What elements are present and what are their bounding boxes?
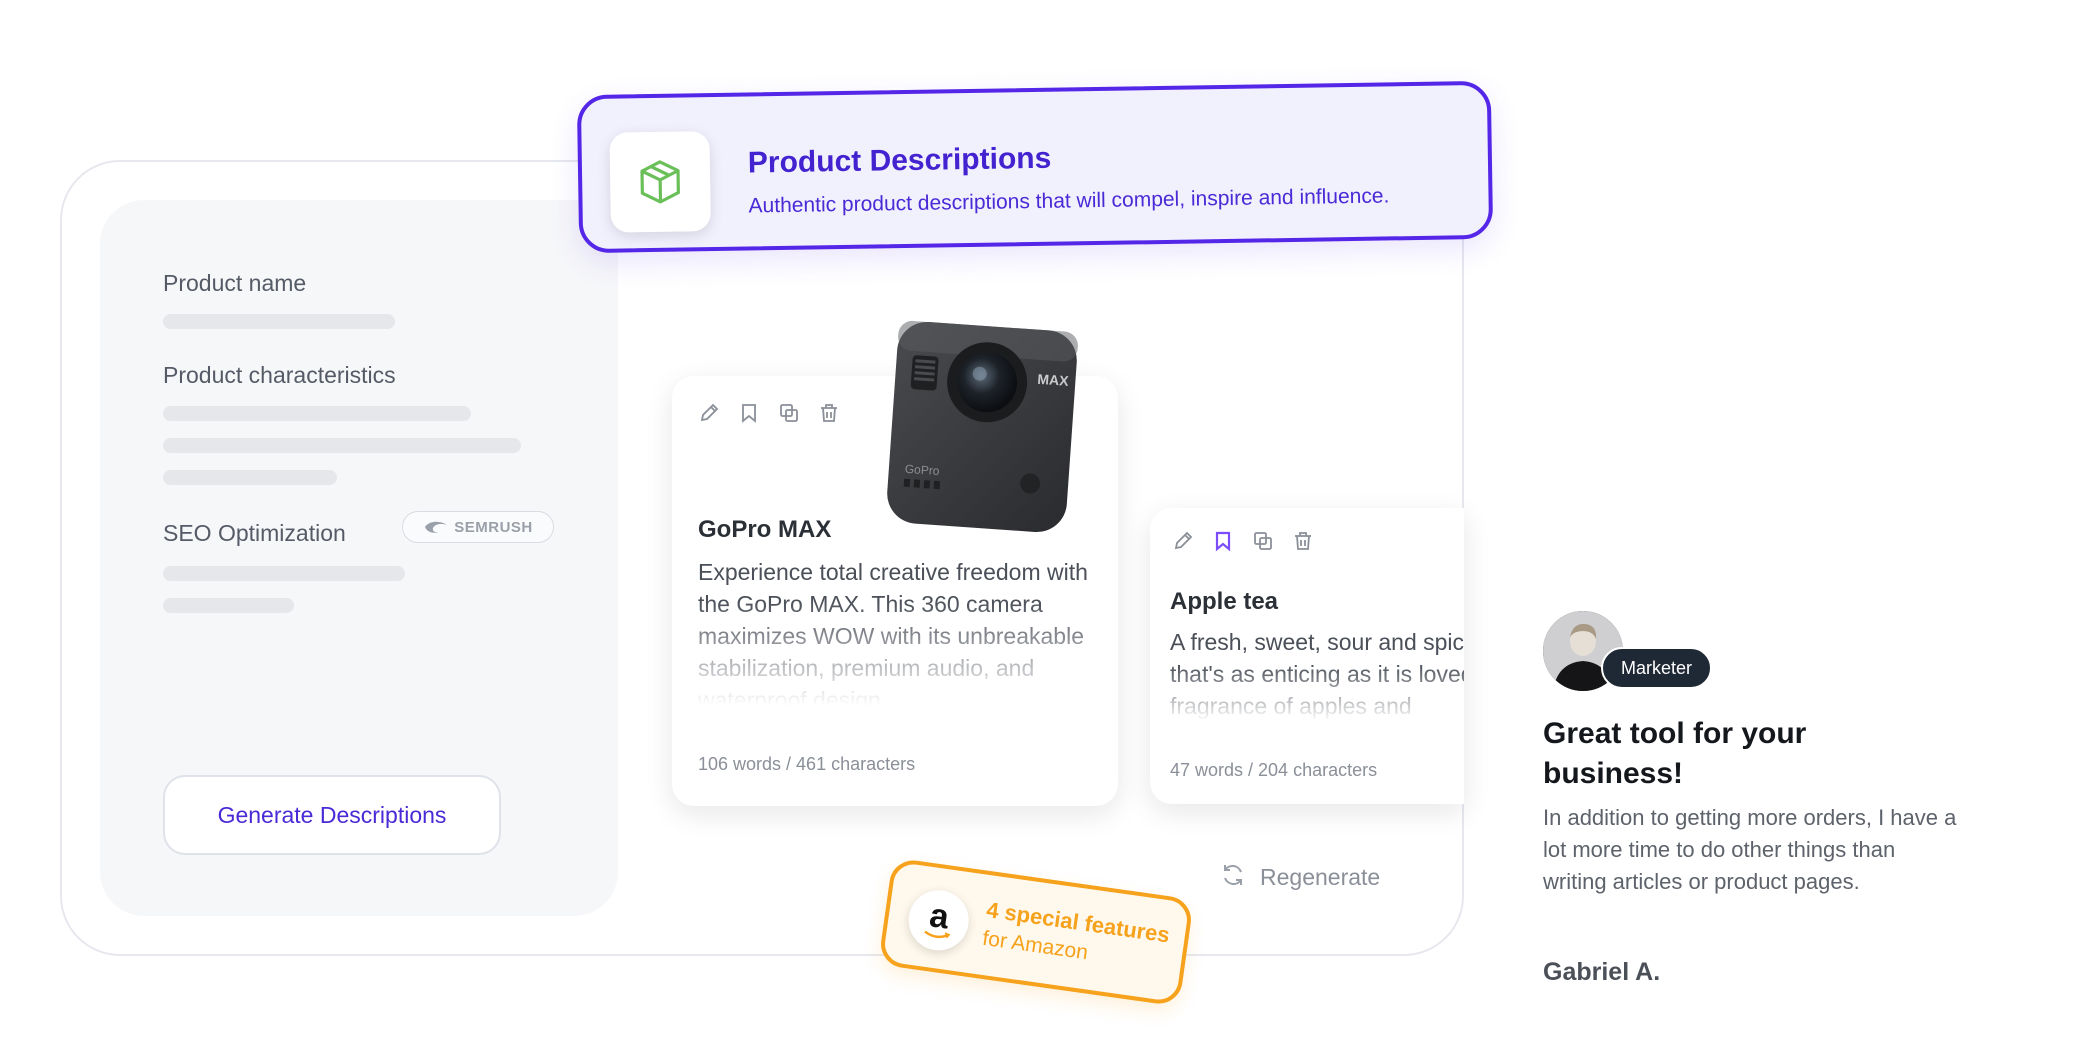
bookmark-icon[interactable]: [738, 402, 760, 424]
generate-descriptions-button[interactable]: Generate Descriptions: [163, 775, 501, 855]
banner-subtitle: Authentic product descriptions that will…: [748, 184, 1390, 218]
characteristics-line-1[interactable]: [163, 406, 471, 421]
camera-gopro-logo: GoPro: [904, 462, 940, 478]
refresh-icon: [1220, 862, 1246, 893]
product-name-field[interactable]: [163, 314, 395, 329]
description-card-apple-tea: Apple tea A fresh, sweet, sour and spicy…: [1150, 508, 1464, 804]
box-icon: [609, 131, 711, 233]
testimonial-body: In addition to getting more orders, I ha…: [1543, 805, 1957, 894]
card-actions: [698, 402, 840, 424]
card-actions: [1172, 530, 1314, 552]
semrush-flame-icon: [425, 521, 448, 533]
banner-title: Product Descriptions: [747, 141, 1052, 180]
regenerate-button[interactable]: Regenerate: [1220, 862, 1380, 893]
role-badge: Marketer: [1601, 647, 1713, 689]
card-description: Experience total creative freedom with t…: [698, 559, 1088, 706]
card-description: A fresh, sweet, sour and spicy that's as…: [1170, 629, 1464, 719]
seo-optimization-label: SEO Optimization: [163, 520, 346, 546]
testimonial-title: Great tool for your business!: [1543, 717, 1807, 790]
card-word-count: 106 words / 461 characters: [698, 754, 916, 774]
copy-icon[interactable]: [778, 402, 800, 424]
seo-line-2[interactable]: [163, 598, 294, 613]
regenerate-label: Regenerate: [1260, 864, 1381, 890]
card-word-count: 47 words / 204 characters: [1170, 760, 1378, 780]
product-name-label: Product name: [163, 270, 307, 296]
trash-icon[interactable]: [1292, 530, 1314, 552]
trash-icon[interactable]: [818, 402, 840, 424]
testimonial-author: Gabriel A.: [1543, 958, 1661, 986]
edit-pencil-icon[interactable]: [1172, 530, 1194, 552]
product-descriptions-banner: Product Descriptions Authentic product d…: [576, 80, 1494, 254]
gopro-camera-image: MAX GoPro: [877, 313, 1087, 540]
bookmark-active-icon[interactable]: [1212, 530, 1234, 552]
product-characteristics-label: Product characteristics: [163, 362, 396, 388]
semrush-badge: SEMRUSH: [402, 511, 554, 543]
camera-max-label: MAX: [1037, 371, 1070, 389]
semrush-label: SEMRUSH: [454, 518, 533, 536]
card-title: Apple tea: [1170, 588, 1279, 615]
amazon-logo-letter: a: [927, 896, 952, 937]
characteristics-line-2[interactable]: [163, 438, 521, 453]
characteristics-line-3[interactable]: [163, 470, 337, 485]
copy-icon[interactable]: [1252, 530, 1274, 552]
card-title: GoPro MAX: [698, 516, 832, 543]
edit-pencil-icon[interactable]: [698, 402, 720, 424]
seo-line-1[interactable]: [163, 566, 405, 581]
amazon-logo-icon: a: [904, 886, 973, 955]
